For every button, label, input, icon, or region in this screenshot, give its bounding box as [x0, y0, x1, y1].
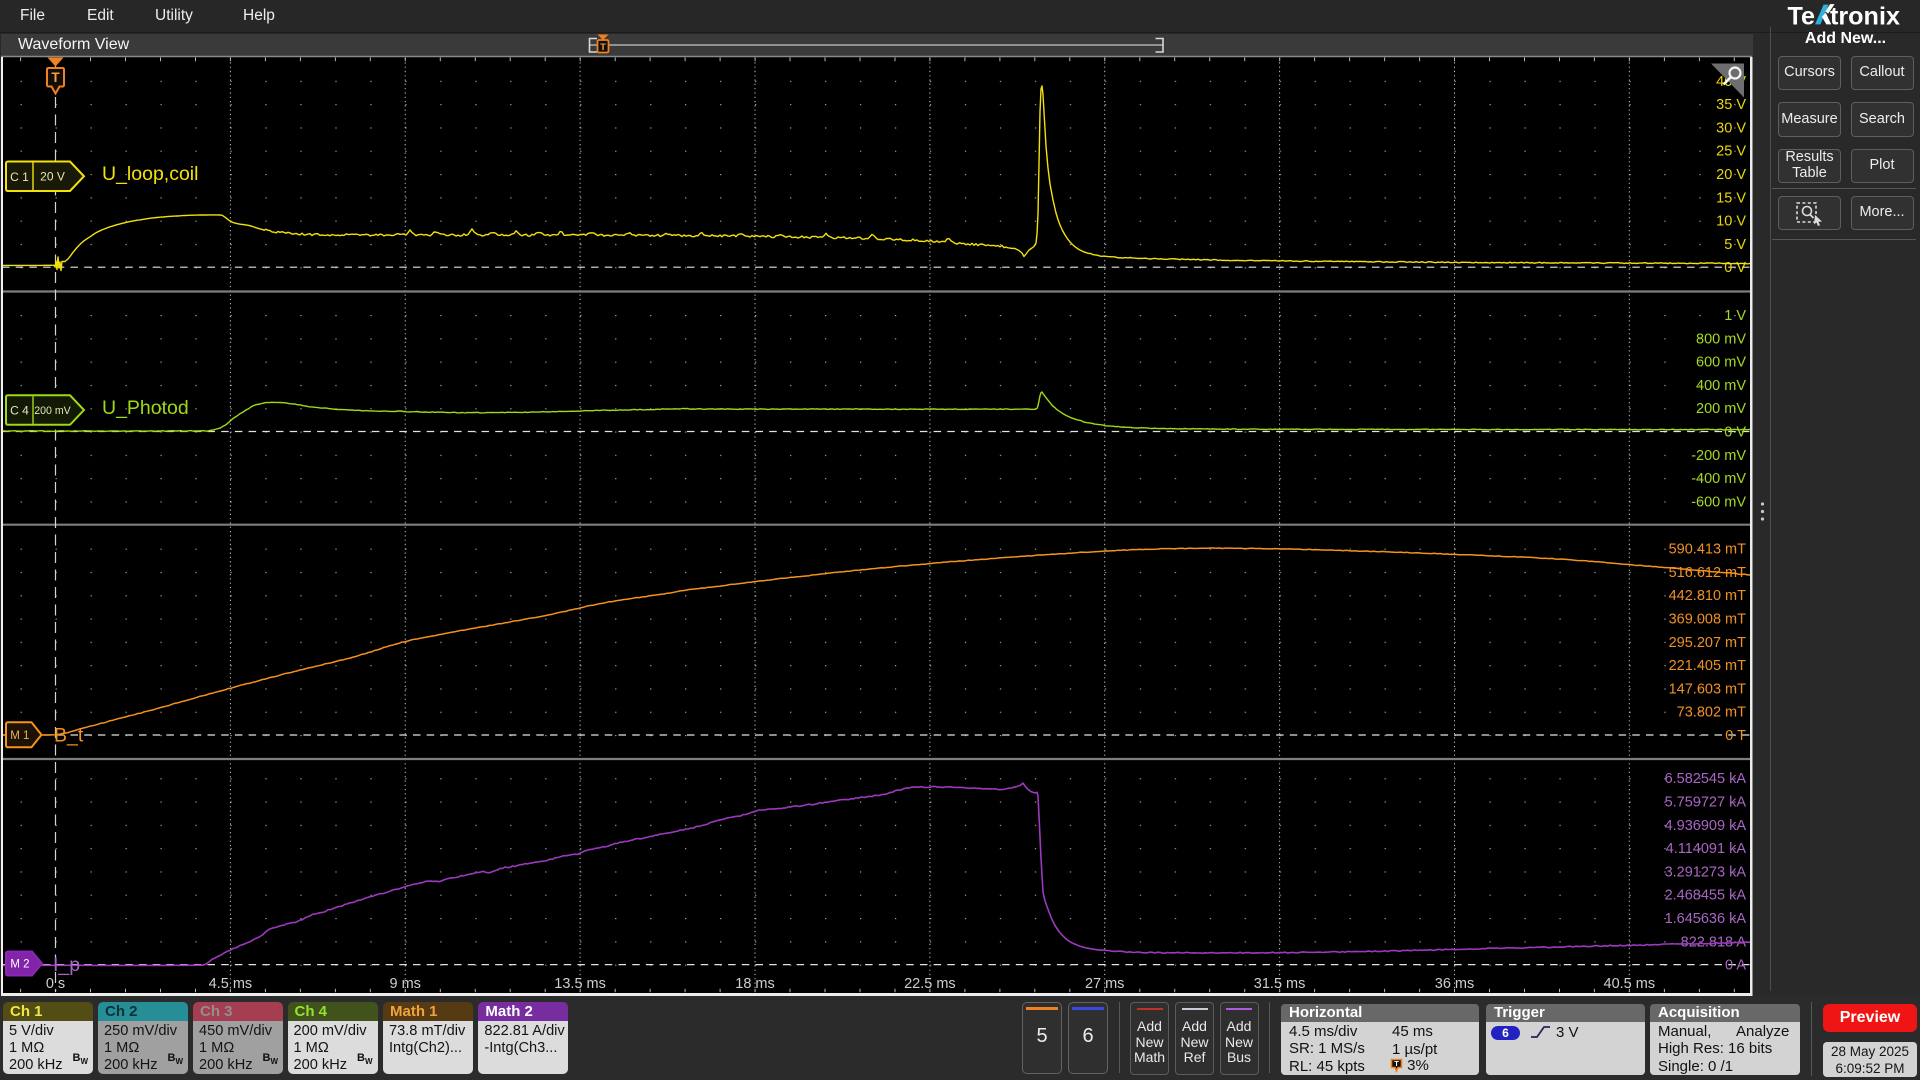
svg-text:20 V: 20 V	[40, 169, 65, 183]
svg-text:147.603 mT: 147.603 mT	[1669, 681, 1747, 697]
svg-text:0 V: 0 V	[1724, 425, 1746, 441]
svg-text:2.468455 kA: 2.468455 kA	[1665, 888, 1747, 904]
svg-text:3.291273 kA: 3.291273 kA	[1665, 864, 1747, 880]
svg-text:0 V: 0 V	[1724, 260, 1746, 276]
svg-text:35 V: 35 V	[1716, 97, 1746, 113]
svg-text:22.5 ms: 22.5 ms	[904, 976, 956, 992]
svg-text:4.936909 kA: 4.936909 kA	[1665, 818, 1747, 834]
svg-text:-600 mV: -600 mV	[1691, 494, 1746, 510]
svg-text:200 mV: 200 mV	[1696, 401, 1746, 417]
svg-text:31.5 ms: 31.5 ms	[1254, 976, 1306, 992]
svg-text:40 V: 40 V	[1716, 74, 1746, 90]
svg-text:20 V: 20 V	[1716, 167, 1746, 183]
svg-text:6.582545 kA: 6.582545 kA	[1665, 771, 1747, 787]
svg-text:590.413 mT: 590.413 mT	[1669, 542, 1747, 558]
svg-text:Te: Te	[1788, 2, 1816, 30]
svg-text:M 2: M 2	[10, 959, 29, 971]
svg-text:36 ms: 36 ms	[1435, 976, 1475, 992]
svg-text:C 4: C 4	[10, 404, 29, 418]
svg-text:4.5 ms: 4.5 ms	[209, 976, 253, 992]
svg-text:27 ms: 27 ms	[1085, 976, 1125, 992]
svg-text:295.207 mT: 295.207 mT	[1669, 635, 1747, 651]
svg-text:40.5 ms: 40.5 ms	[1604, 976, 1656, 992]
svg-text:25 V: 25 V	[1716, 144, 1746, 160]
svg-text:-200 mV: -200 mV	[1691, 448, 1746, 464]
svg-text:1 V: 1 V	[1724, 308, 1746, 324]
svg-text:U_Photod: U_Photod	[102, 397, 189, 419]
svg-text:200 mV: 200 mV	[34, 405, 71, 417]
svg-text:5.759727 kA: 5.759727 kA	[1665, 795, 1747, 811]
svg-text:0 A: 0 A	[1725, 958, 1746, 974]
svg-text:T: T	[1394, 1059, 1399, 1068]
svg-text:9 ms: 9 ms	[389, 976, 420, 992]
svg-text:B_t: B_t	[54, 725, 84, 747]
svg-text:I_p: I_p	[53, 954, 80, 976]
svg-text:73.802 mT: 73.802 mT	[1677, 705, 1746, 721]
svg-text:800 mV: 800 mV	[1696, 331, 1746, 347]
svg-text:1.645636 kA: 1.645636 kA	[1665, 911, 1747, 927]
svg-text:516.612 mT: 516.612 mT	[1669, 565, 1747, 581]
svg-text:tronix: tronix	[1830, 2, 1900, 30]
svg-text:18 ms: 18 ms	[735, 976, 775, 992]
svg-text:400 mV: 400 mV	[1696, 378, 1746, 394]
svg-text:221.405 mT: 221.405 mT	[1669, 658, 1747, 674]
svg-text:U_loop,coil: U_loop,coil	[102, 163, 198, 185]
svg-text:30 V: 30 V	[1716, 120, 1746, 136]
svg-text:10 V: 10 V	[1716, 214, 1746, 230]
svg-text:M 1: M 1	[10, 730, 29, 742]
svg-text:442.810 mT: 442.810 mT	[1669, 588, 1747, 604]
svg-text:T: T	[51, 70, 60, 85]
svg-text:0 s: 0 s	[46, 976, 65, 992]
svg-text:C 1: C 1	[10, 170, 29, 184]
svg-text:13.5 ms: 13.5 ms	[554, 976, 606, 992]
svg-text:-400 mV: -400 mV	[1691, 471, 1746, 487]
svg-text:15 V: 15 V	[1716, 190, 1746, 206]
svg-text:369.008 mT: 369.008 mT	[1669, 612, 1747, 628]
svg-text:600 mV: 600 mV	[1696, 355, 1746, 371]
svg-text:5 V: 5 V	[1724, 237, 1746, 253]
svg-text:822.818 A: 822.818 A	[1681, 934, 1747, 950]
svg-text:0 T: 0 T	[1725, 728, 1746, 744]
svg-text:4.114091 kA: 4.114091 kA	[1666, 841, 1747, 857]
